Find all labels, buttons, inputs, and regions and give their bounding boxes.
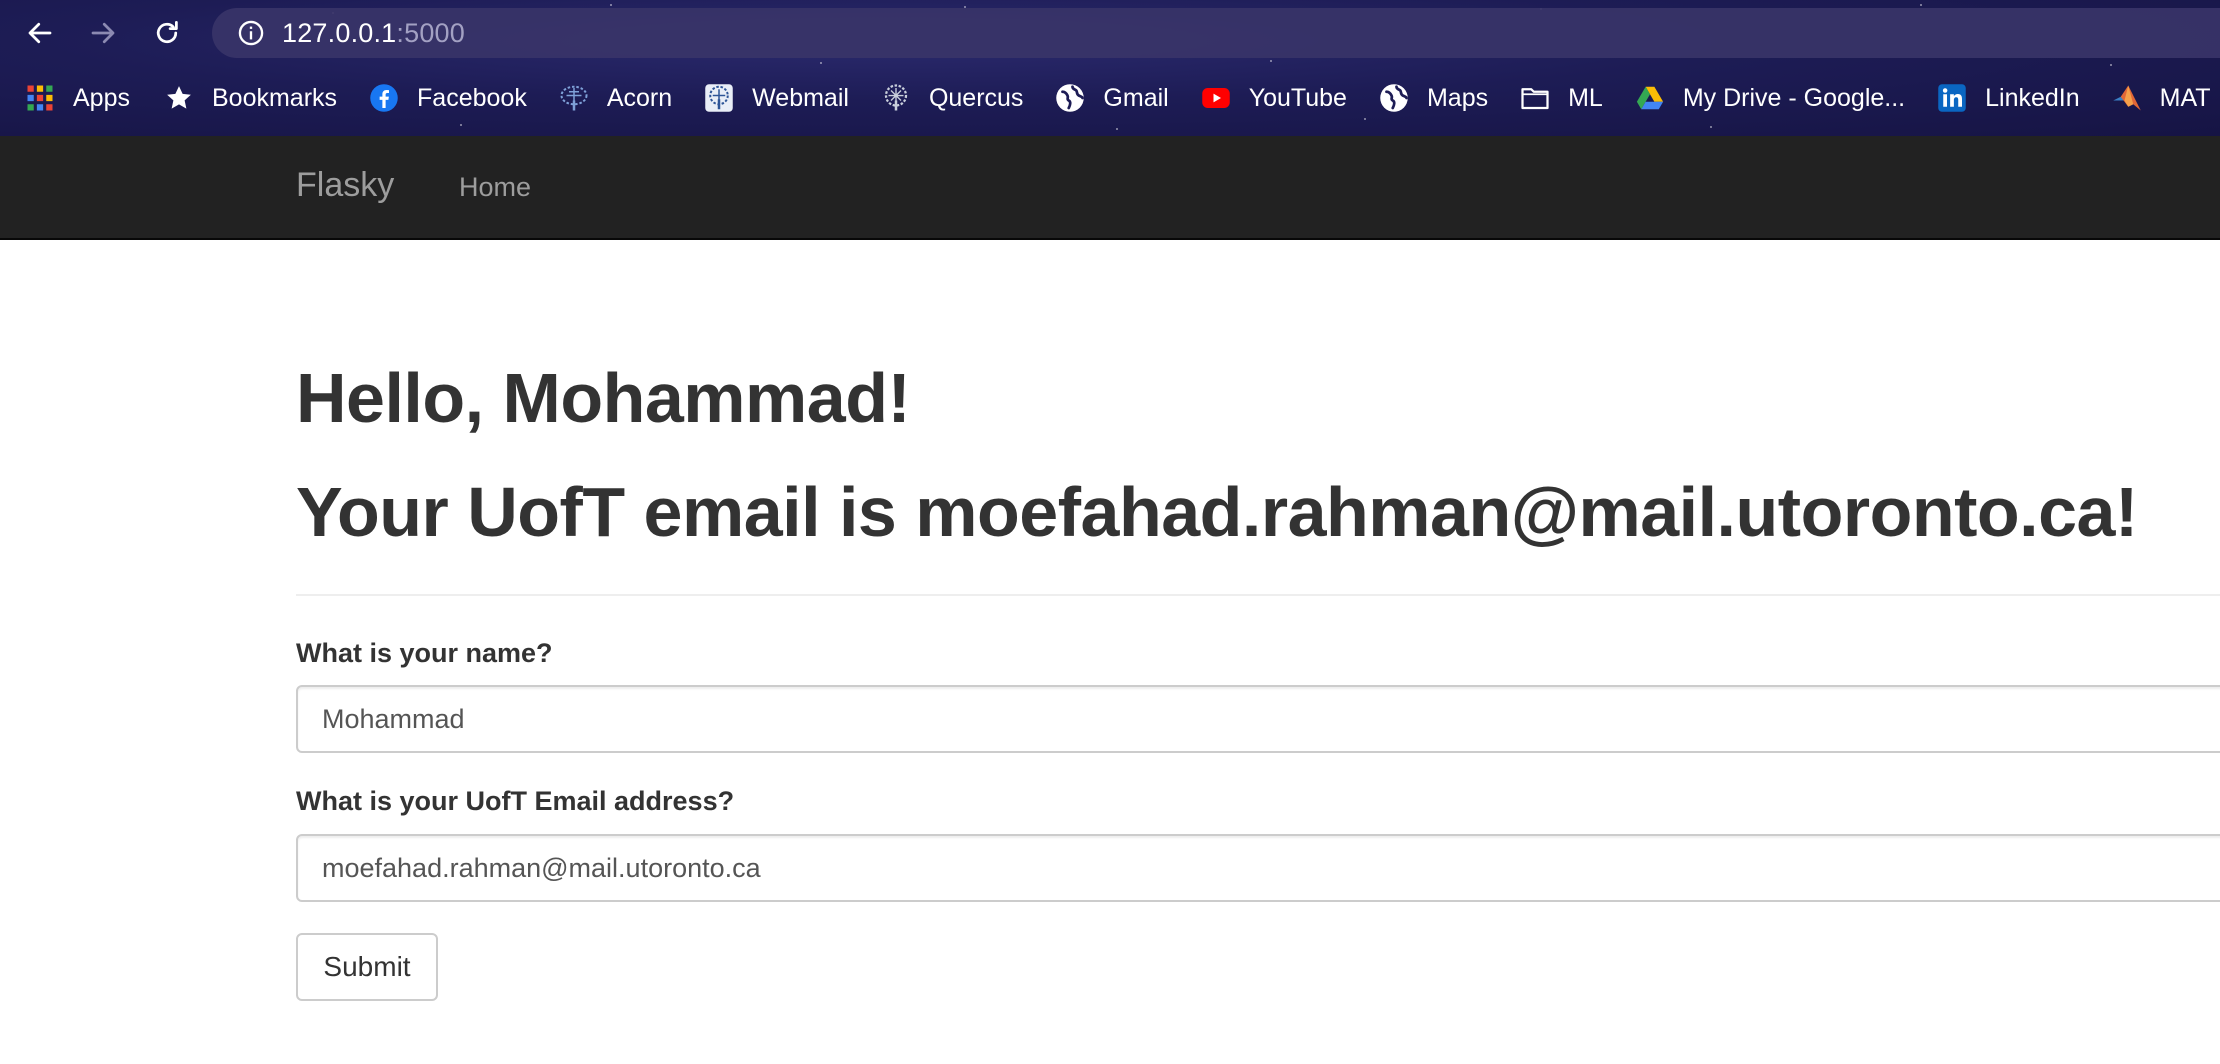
email-heading: Your UofT email is moefahad.rahman@mail.…: [296, 473, 2138, 551]
acorn-tree-icon: [559, 83, 589, 113]
bookmark-matlab[interactable]: MAT: [2112, 74, 2211, 122]
navbar-brand[interactable]: Flasky: [296, 166, 394, 205]
facebook-icon: [369, 83, 399, 113]
url-text: 127.0.0.1:5000: [282, 18, 465, 49]
bookmark-youtube[interactable]: YouTube: [1201, 74, 1347, 122]
bookmark-ml-folder[interactable]: ML: [1520, 74, 1603, 122]
quercus-tree-icon: [881, 83, 911, 113]
bookmark-label: ML: [1568, 83, 1603, 112]
bookmark-apps[interactable]: Apps: [25, 74, 130, 122]
bookmark-label: Facebook: [417, 83, 527, 112]
email-field[interactable]: [296, 834, 2220, 902]
bookmark-linkedin[interactable]: LinkedIn: [1937, 74, 2080, 122]
bookmark-facebook[interactable]: Facebook: [369, 74, 527, 122]
bookmarks-bar: Apps Bookmarks Facebook Acorn Webmail Qu…: [0, 74, 2220, 122]
bookmark-label: Webmail: [752, 83, 849, 112]
bookmark-label: Acorn: [606, 83, 673, 112]
bookmark-gmail[interactable]: Gmail: [1055, 74, 1169, 122]
submit-button[interactable]: Submit: [296, 933, 438, 1001]
browser-chrome: 127.0.0.1:5000 Apps Bookmarks Facebook A…: [0, 0, 2220, 136]
forward-button[interactable]: [82, 12, 124, 54]
bookmark-label: Bookmarks: [211, 83, 338, 112]
nav-link-home[interactable]: Home: [459, 172, 531, 203]
forward-arrow-icon: [91, 22, 115, 44]
bookmark-maps[interactable]: Maps: [1379, 74, 1488, 122]
webmail-tree-icon: [704, 83, 734, 113]
linkedin-icon: [1937, 83, 1967, 113]
google-drive-icon: [1635, 83, 1665, 113]
youtube-icon: [1201, 83, 1231, 113]
reload-button[interactable]: [146, 12, 188, 54]
back-button[interactable]: [19, 12, 61, 54]
url-host: 127.0.0.1: [282, 17, 397, 48]
folder-icon: [1520, 83, 1550, 113]
url-port: :5000: [396, 17, 465, 48]
bookmark-label: Quercus: [928, 83, 1024, 112]
name-label: What is your name?: [296, 638, 553, 668]
greeting-heading: Hello, Mohammad!: [296, 359, 911, 437]
star-icon: [164, 83, 194, 113]
apps-grid-icon: [25, 83, 55, 113]
background-star: [1116, 128, 1118, 130]
bookmark-webmail[interactable]: Webmail: [704, 74, 849, 122]
site-navbar: Flasky Home: [0, 136, 2220, 240]
bookmark-acorn[interactable]: Acorn: [559, 74, 672, 122]
bookmark-my-drive[interactable]: My Drive - Google...: [1635, 74, 1905, 122]
site-info-icon[interactable]: [236, 18, 266, 48]
reload-icon: [156, 21, 178, 44]
bookmark-bookmarks[interactable]: Bookmarks: [164, 74, 337, 122]
bookmark-label: YouTube: [1248, 83, 1347, 112]
matlab-icon: [2112, 83, 2142, 113]
globe-icon: [1379, 83, 1409, 113]
bookmark-label: Gmail: [1103, 83, 1169, 112]
bookmark-label: MAT: [2159, 83, 2211, 112]
background-star: [460, 124, 462, 126]
browser-toolbar: 127.0.0.1:5000: [0, 0, 2220, 66]
globe-icon: [1055, 83, 1085, 113]
bookmark-label: Apps: [73, 83, 130, 112]
name-field[interactable]: [296, 685, 2220, 753]
header-divider: [296, 594, 2220, 596]
bookmark-label: Maps: [1426, 83, 1489, 112]
address-bar[interactable]: 127.0.0.1:5000: [212, 8, 2220, 58]
bookmark-label: LinkedIn: [1985, 83, 2080, 112]
email-label: What is your UofT Email address?: [296, 786, 735, 816]
background-star: [1710, 126, 1712, 128]
bookmark-quercus[interactable]: Quercus: [881, 74, 1023, 122]
bookmark-label: My Drive - Google...: [1682, 83, 1906, 112]
back-arrow-icon: [28, 22, 52, 44]
